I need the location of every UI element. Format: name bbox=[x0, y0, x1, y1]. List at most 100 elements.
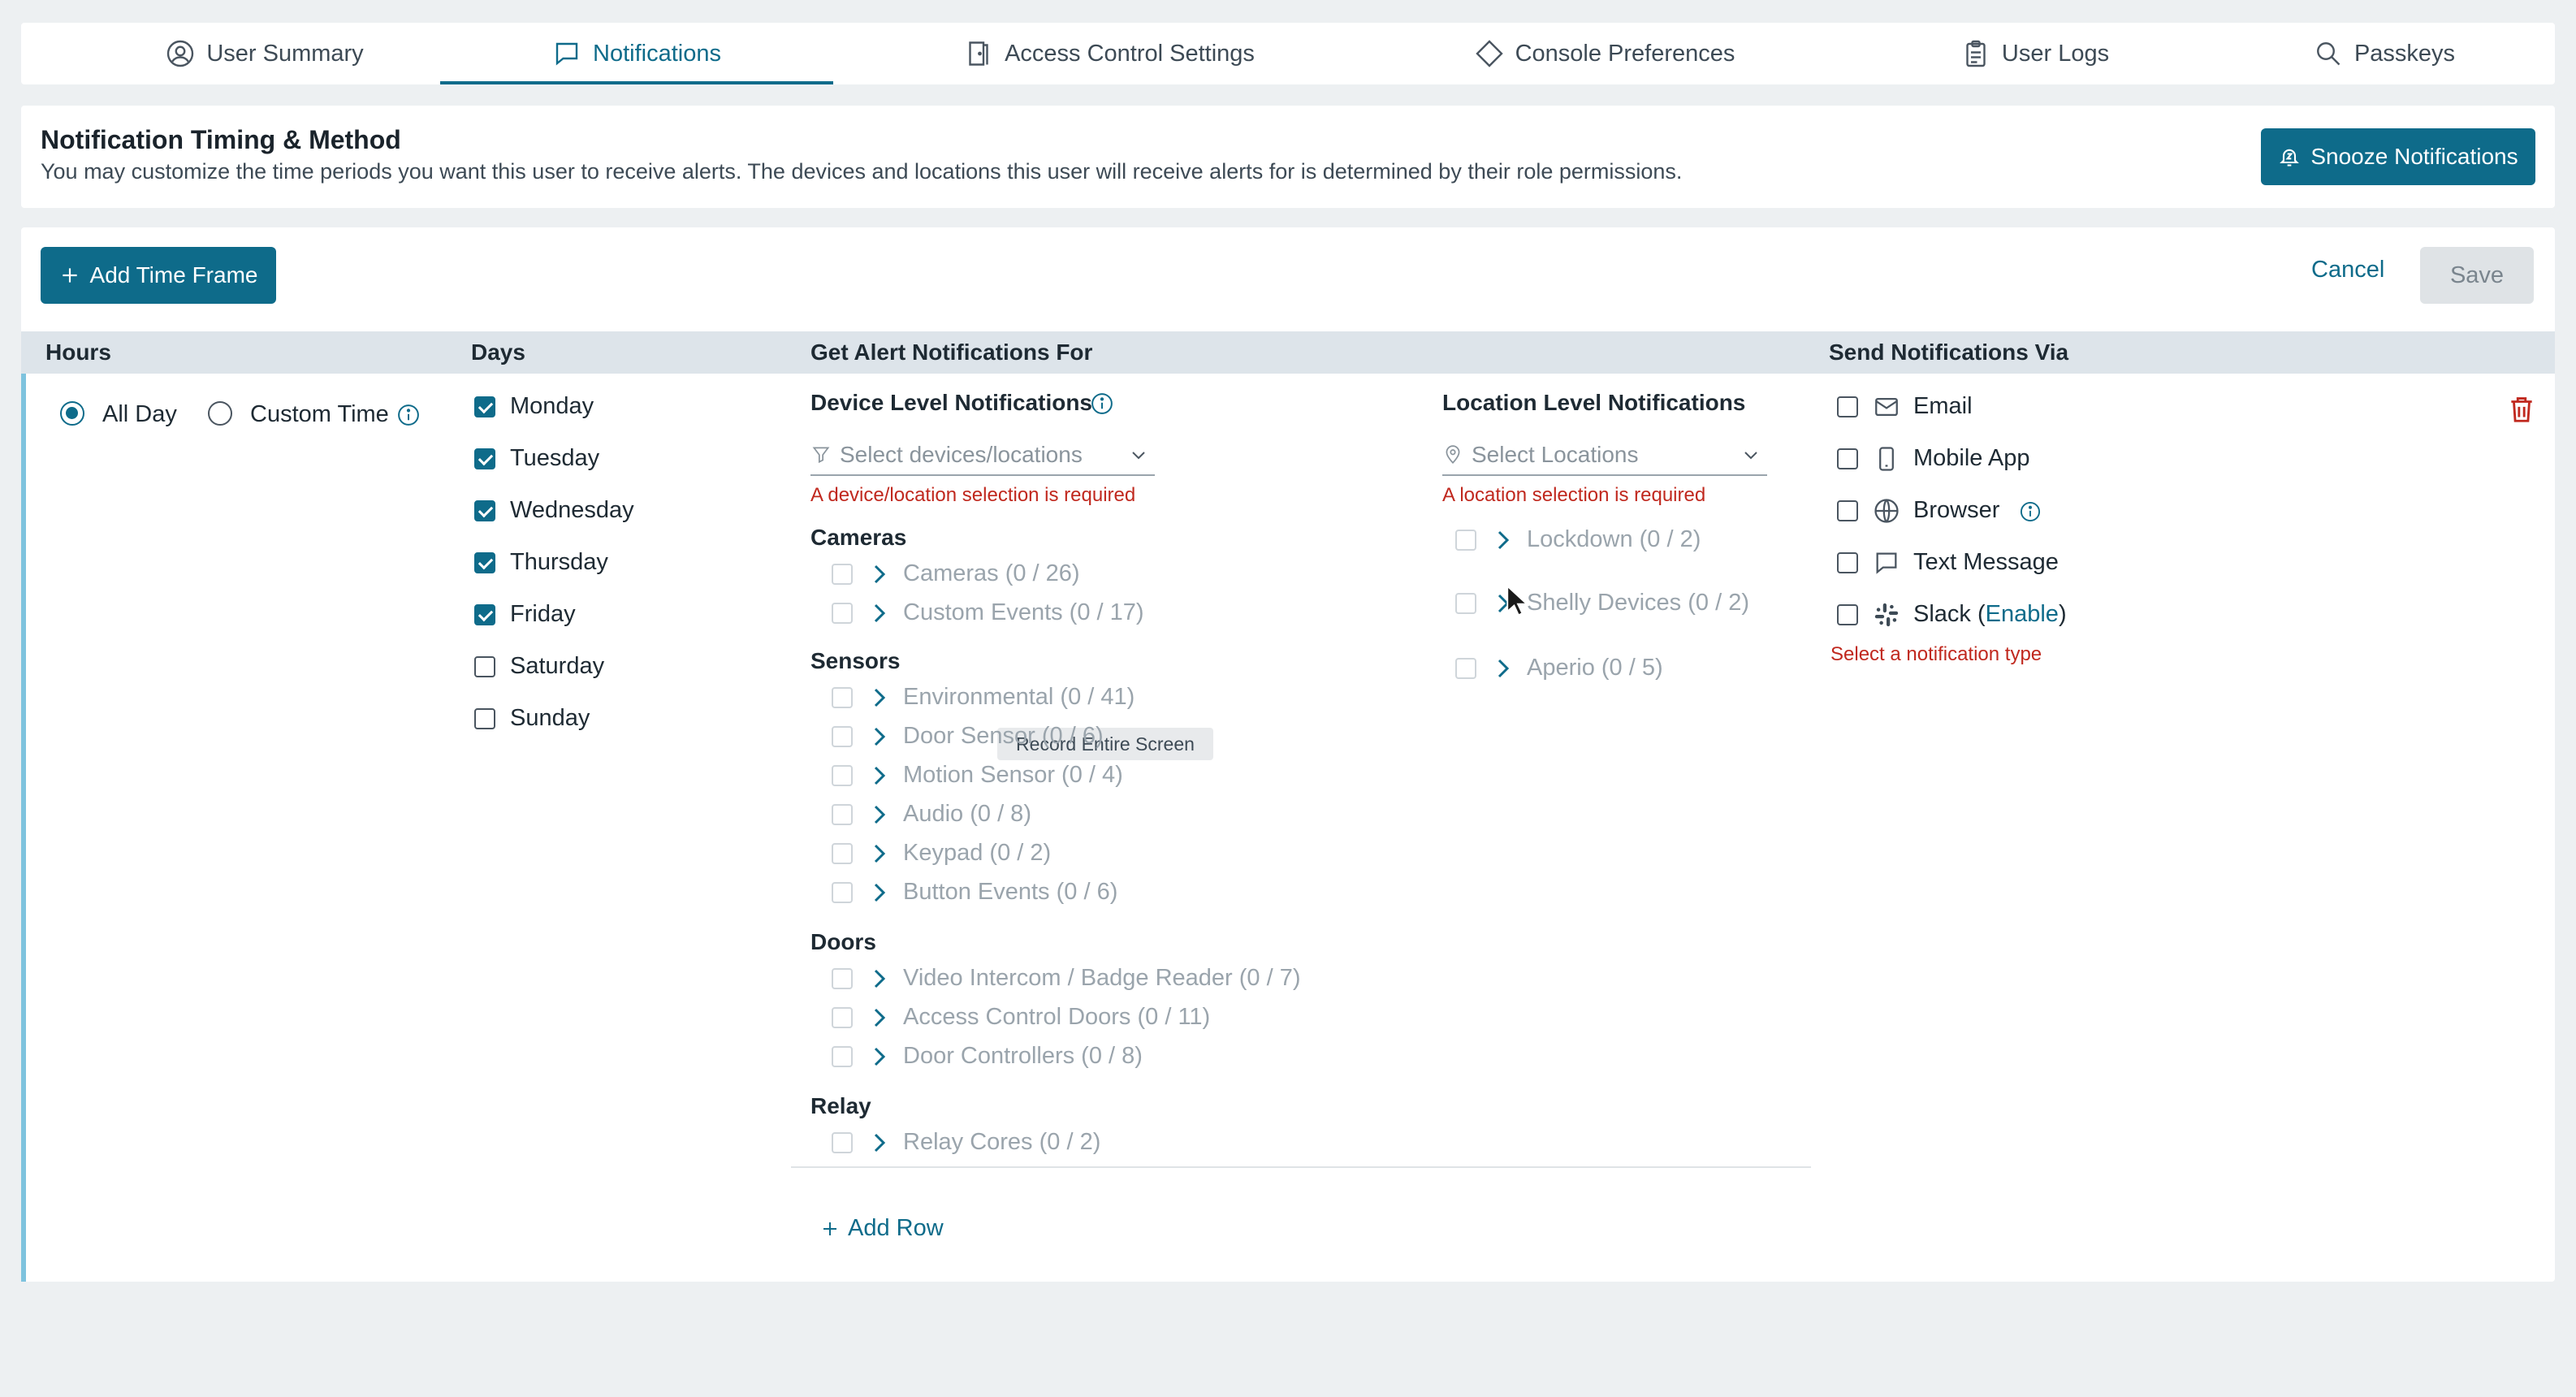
chevron-right-icon[interactable] bbox=[1494, 656, 1512, 681]
mouse-cursor-icon bbox=[1506, 585, 1529, 616]
device-checkbox[interactable] bbox=[832, 1007, 853, 1028]
chevron-right-icon[interactable] bbox=[871, 1006, 888, 1030]
filter-icon bbox=[812, 447, 830, 464]
device-checkbox[interactable] bbox=[832, 1132, 853, 1153]
device-checkbox[interactable] bbox=[832, 687, 853, 708]
door-icon bbox=[969, 41, 988, 66]
tab-user-summary[interactable]: User Summary bbox=[54, 23, 476, 84]
device-level-title: Device Level Notifications bbox=[810, 390, 1093, 415]
device-item: Door Controllers (0 / 8) bbox=[903, 1043, 1143, 1069]
phone-icon bbox=[1879, 447, 1894, 471]
chevron-right-icon[interactable] bbox=[871, 1045, 888, 1069]
chevron-right-icon[interactable] bbox=[871, 686, 888, 710]
tab-label: Console Preferences bbox=[1515, 40, 1735, 67]
tab-label: User Summary bbox=[206, 40, 364, 67]
bell-snooze-icon bbox=[2280, 149, 2300, 167]
chevron-down-icon bbox=[1744, 452, 1757, 460]
tab-notifications[interactable]: Notifications bbox=[440, 23, 833, 84]
info-icon[interactable] bbox=[396, 403, 421, 427]
all-day-radio[interactable] bbox=[60, 401, 84, 426]
location-checkbox[interactable] bbox=[1455, 593, 1476, 614]
user-circle-icon bbox=[167, 40, 194, 67]
device-checkbox[interactable] bbox=[832, 804, 853, 825]
day-checkbox-saturday[interactable] bbox=[474, 656, 495, 677]
group-label-sensors: Sensors bbox=[810, 648, 901, 673]
time-frame-card: Add Time Frame Cancel Save Hours Days Ge… bbox=[21, 227, 2555, 1282]
chevron-right-icon[interactable] bbox=[871, 763, 888, 788]
method-label-text-message: Text Message bbox=[1913, 549, 2059, 575]
location-selection-error: A location selection is required bbox=[1442, 484, 1706, 506]
chevron-right-icon[interactable] bbox=[871, 1131, 888, 1155]
tab-label: Access Control Settings bbox=[1005, 40, 1255, 67]
tab-access-control-settings[interactable]: Access Control Settings bbox=[882, 23, 1337, 84]
snooze-notifications-button[interactable]: Snooze Notifications bbox=[2261, 128, 2535, 185]
chevron-right-icon[interactable] bbox=[871, 880, 888, 905]
location-checkbox[interactable] bbox=[1455, 658, 1476, 679]
globe-icon bbox=[1874, 499, 1899, 523]
chevron-right-icon[interactable] bbox=[871, 601, 888, 625]
method-label-slack: Slack (Enable) bbox=[1913, 601, 2067, 628]
device-checkbox[interactable] bbox=[832, 882, 853, 903]
location-checkbox[interactable] bbox=[1455, 530, 1476, 551]
info-icon[interactable] bbox=[1090, 391, 1114, 416]
custom-time-label: Custom Time bbox=[250, 401, 389, 427]
device-checkbox[interactable] bbox=[832, 765, 853, 786]
day-checkbox-wednesday[interactable] bbox=[474, 500, 495, 521]
location-select-placeholder: Select Locations bbox=[1472, 442, 1639, 467]
method-checkbox-slack[interactable] bbox=[1837, 604, 1858, 625]
device-checkbox[interactable] bbox=[832, 603, 853, 624]
method-checkbox-text-message[interactable] bbox=[1837, 552, 1858, 573]
tab-user-logs[interactable]: User Logs bbox=[1889, 23, 2181, 84]
slack-label-close: ) bbox=[2058, 601, 2067, 627]
device-location-select[interactable]: Select devices/locations bbox=[810, 435, 1155, 476]
day-checkbox-thursday[interactable] bbox=[474, 552, 495, 573]
slack-enable-link[interactable]: Enable bbox=[1986, 601, 2059, 627]
page-description: You may customize the time periods you w… bbox=[41, 159, 1683, 184]
row-accent-bar bbox=[21, 374, 26, 1282]
device-checkbox[interactable] bbox=[832, 843, 853, 864]
tab-label: Notifications bbox=[593, 40, 721, 67]
tab-label: User Logs bbox=[2001, 40, 2110, 67]
device-selection-error: A device/location selection is required bbox=[810, 484, 1136, 506]
page-title: Notification Timing & Method bbox=[41, 125, 401, 154]
active-tab-indicator bbox=[440, 81, 833, 84]
day-checkbox-sunday[interactable] bbox=[474, 708, 495, 729]
device-item: Keypad (0 / 2) bbox=[903, 840, 1052, 866]
hours-column-header: Hours bbox=[45, 340, 111, 365]
day-label-friday: Friday bbox=[510, 601, 576, 627]
trash-icon[interactable] bbox=[2506, 393, 2537, 426]
chevron-right-icon[interactable] bbox=[1494, 528, 1512, 552]
table-header: Hours Days Get Alert Notifications For S… bbox=[21, 331, 2555, 374]
info-icon[interactable] bbox=[2019, 500, 2042, 523]
method-checkbox-mobile-app[interactable] bbox=[1837, 448, 1858, 469]
cancel-button[interactable]: Cancel bbox=[2311, 257, 2384, 283]
save-button[interactable]: Save bbox=[2420, 247, 2534, 304]
location-select[interactable]: Select Locations bbox=[1442, 435, 1767, 476]
device-checkbox[interactable] bbox=[832, 726, 853, 747]
tab-console-preferences[interactable]: Console Preferences bbox=[1369, 23, 1840, 84]
add-time-frame-button[interactable]: Add Time Frame bbox=[41, 247, 276, 304]
device-checkbox[interactable] bbox=[832, 1046, 853, 1067]
custom-time-radio[interactable] bbox=[208, 401, 232, 426]
chevron-right-icon[interactable] bbox=[871, 967, 888, 991]
tab-passkeys[interactable]: Passkeys bbox=[2246, 23, 2522, 84]
method-checkbox-email[interactable] bbox=[1837, 396, 1858, 417]
device-item: Relay Cores (0 / 2) bbox=[903, 1129, 1101, 1155]
chevron-right-icon[interactable] bbox=[871, 802, 888, 827]
chevron-right-icon[interactable] bbox=[871, 841, 888, 866]
chat-bubble-icon bbox=[555, 42, 578, 66]
day-checkbox-friday[interactable] bbox=[474, 604, 495, 625]
add-row-button[interactable]: Add Row bbox=[820, 1215, 944, 1242]
device-item: Environmental (0 / 41) bbox=[903, 684, 1135, 710]
method-label-mobile-app: Mobile App bbox=[1913, 445, 2030, 471]
location-item: Aperio (0 / 5) bbox=[1527, 655, 1663, 681]
device-checkbox[interactable] bbox=[832, 564, 853, 585]
location-level-title: Location Level Notifications bbox=[1442, 390, 1746, 415]
chevron-right-icon[interactable] bbox=[871, 724, 888, 749]
device-checkbox[interactable] bbox=[832, 968, 853, 989]
device-select-placeholder: Select devices/locations bbox=[840, 442, 1083, 467]
day-checkbox-tuesday[interactable] bbox=[474, 448, 495, 469]
day-checkbox-monday[interactable] bbox=[474, 396, 495, 417]
chevron-right-icon[interactable] bbox=[871, 562, 888, 586]
method-checkbox-browser[interactable] bbox=[1837, 500, 1858, 521]
